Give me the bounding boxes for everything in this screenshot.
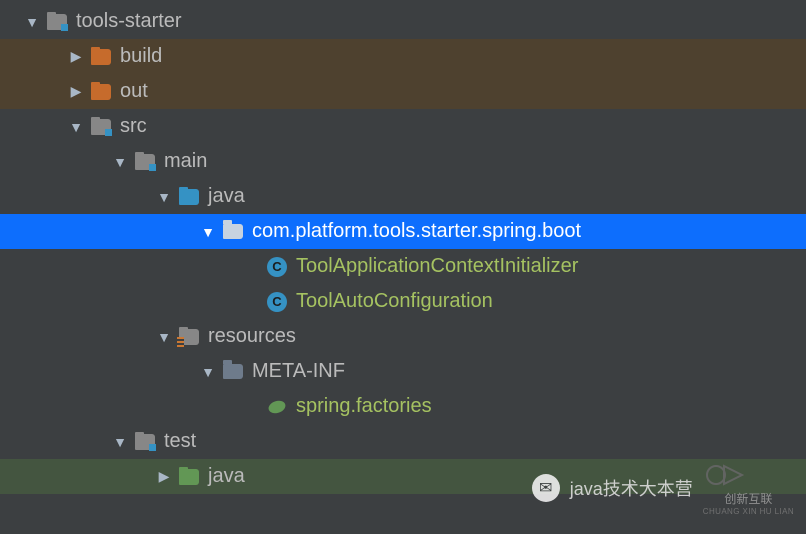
chevron-down-icon[interactable] (68, 119, 84, 135)
resources-folder-icon (178, 326, 200, 348)
excluded-folder-icon (90, 81, 112, 103)
tree-label: build (120, 45, 162, 68)
chevron-right-icon[interactable] (68, 48, 84, 65)
tree-row-java-main[interactable]: java (0, 179, 806, 214)
chevron-right-icon[interactable] (156, 468, 172, 485)
folder-icon (134, 151, 156, 173)
tree-label: resources (208, 325, 296, 348)
chevron-right-icon[interactable] (68, 83, 84, 100)
tree-label: ToolAutoConfiguration (296, 290, 493, 313)
tree-row-src[interactable]: src (0, 109, 806, 144)
class-icon: C (266, 291, 288, 313)
tree-row-resources[interactable]: resources (0, 319, 806, 354)
chevron-down-icon[interactable] (200, 224, 216, 240)
tree-label: src (120, 115, 147, 138)
tree-label: spring.factories (296, 395, 432, 418)
test-folder-icon (178, 466, 200, 488)
tree-row-package[interactable]: com.platform.tools.starter.spring.boot (0, 214, 806, 249)
chevron-down-icon[interactable] (112, 154, 128, 170)
excluded-folder-icon (90, 46, 112, 68)
chevron-down-icon[interactable] (156, 189, 172, 205)
class-icon: C (266, 256, 288, 278)
brand-text-en: CHUANG XIN HU LIAN (703, 507, 794, 516)
tree-row-build[interactable]: build (0, 39, 806, 74)
tree-row-class[interactable]: C ToolAutoConfiguration (0, 284, 806, 319)
folder-icon (90, 116, 112, 138)
tree-label: tools-starter (76, 10, 182, 33)
project-tree: tools-starter build out src main java co… (0, 0, 806, 494)
tree-label: test (164, 430, 196, 453)
module-folder-icon (46, 11, 68, 33)
watermark: ✉ java技术大本营 创新互联 CHUANG XIN HU LIAN (532, 460, 794, 516)
package-icon (222, 361, 244, 383)
tree-row-main[interactable]: main (0, 144, 806, 179)
tree-row-test[interactable]: test (0, 424, 806, 459)
chevron-down-icon[interactable] (156, 329, 172, 345)
chevron-down-icon[interactable] (112, 434, 128, 450)
source-folder-icon (178, 186, 200, 208)
chevron-down-icon[interactable] (200, 364, 216, 380)
tree-label: META-INF (252, 360, 345, 383)
tree-row-class[interactable]: C ToolApplicationContextInitializer (0, 249, 806, 284)
tree-label: ToolApplicationContextInitializer (296, 255, 578, 278)
tree-row-root[interactable]: tools-starter (0, 4, 806, 39)
wechat-icon: ✉ (532, 474, 560, 502)
spring-file-icon (266, 396, 288, 418)
tree-row-metainf[interactable]: META-INF (0, 354, 806, 389)
tree-label: out (120, 80, 148, 103)
tree-label: java (208, 465, 245, 488)
tree-row-out[interactable]: out (0, 74, 806, 109)
brand-text-cn: 创新互联 (703, 490, 794, 507)
package-icon (222, 221, 244, 243)
tree-label: com.platform.tools.starter.spring.boot (252, 220, 581, 243)
brand-logo-block: 创新互联 CHUANG XIN HU LIAN (703, 460, 794, 516)
chevron-down-icon[interactable] (24, 14, 40, 30)
tree-label: java (208, 185, 245, 208)
brand-logo-icon (703, 460, 745, 490)
folder-icon (134, 431, 156, 453)
tree-label: main (164, 150, 207, 173)
watermark-text: java技术大本营 (570, 475, 693, 501)
tree-row-file[interactable]: spring.factories (0, 389, 806, 424)
